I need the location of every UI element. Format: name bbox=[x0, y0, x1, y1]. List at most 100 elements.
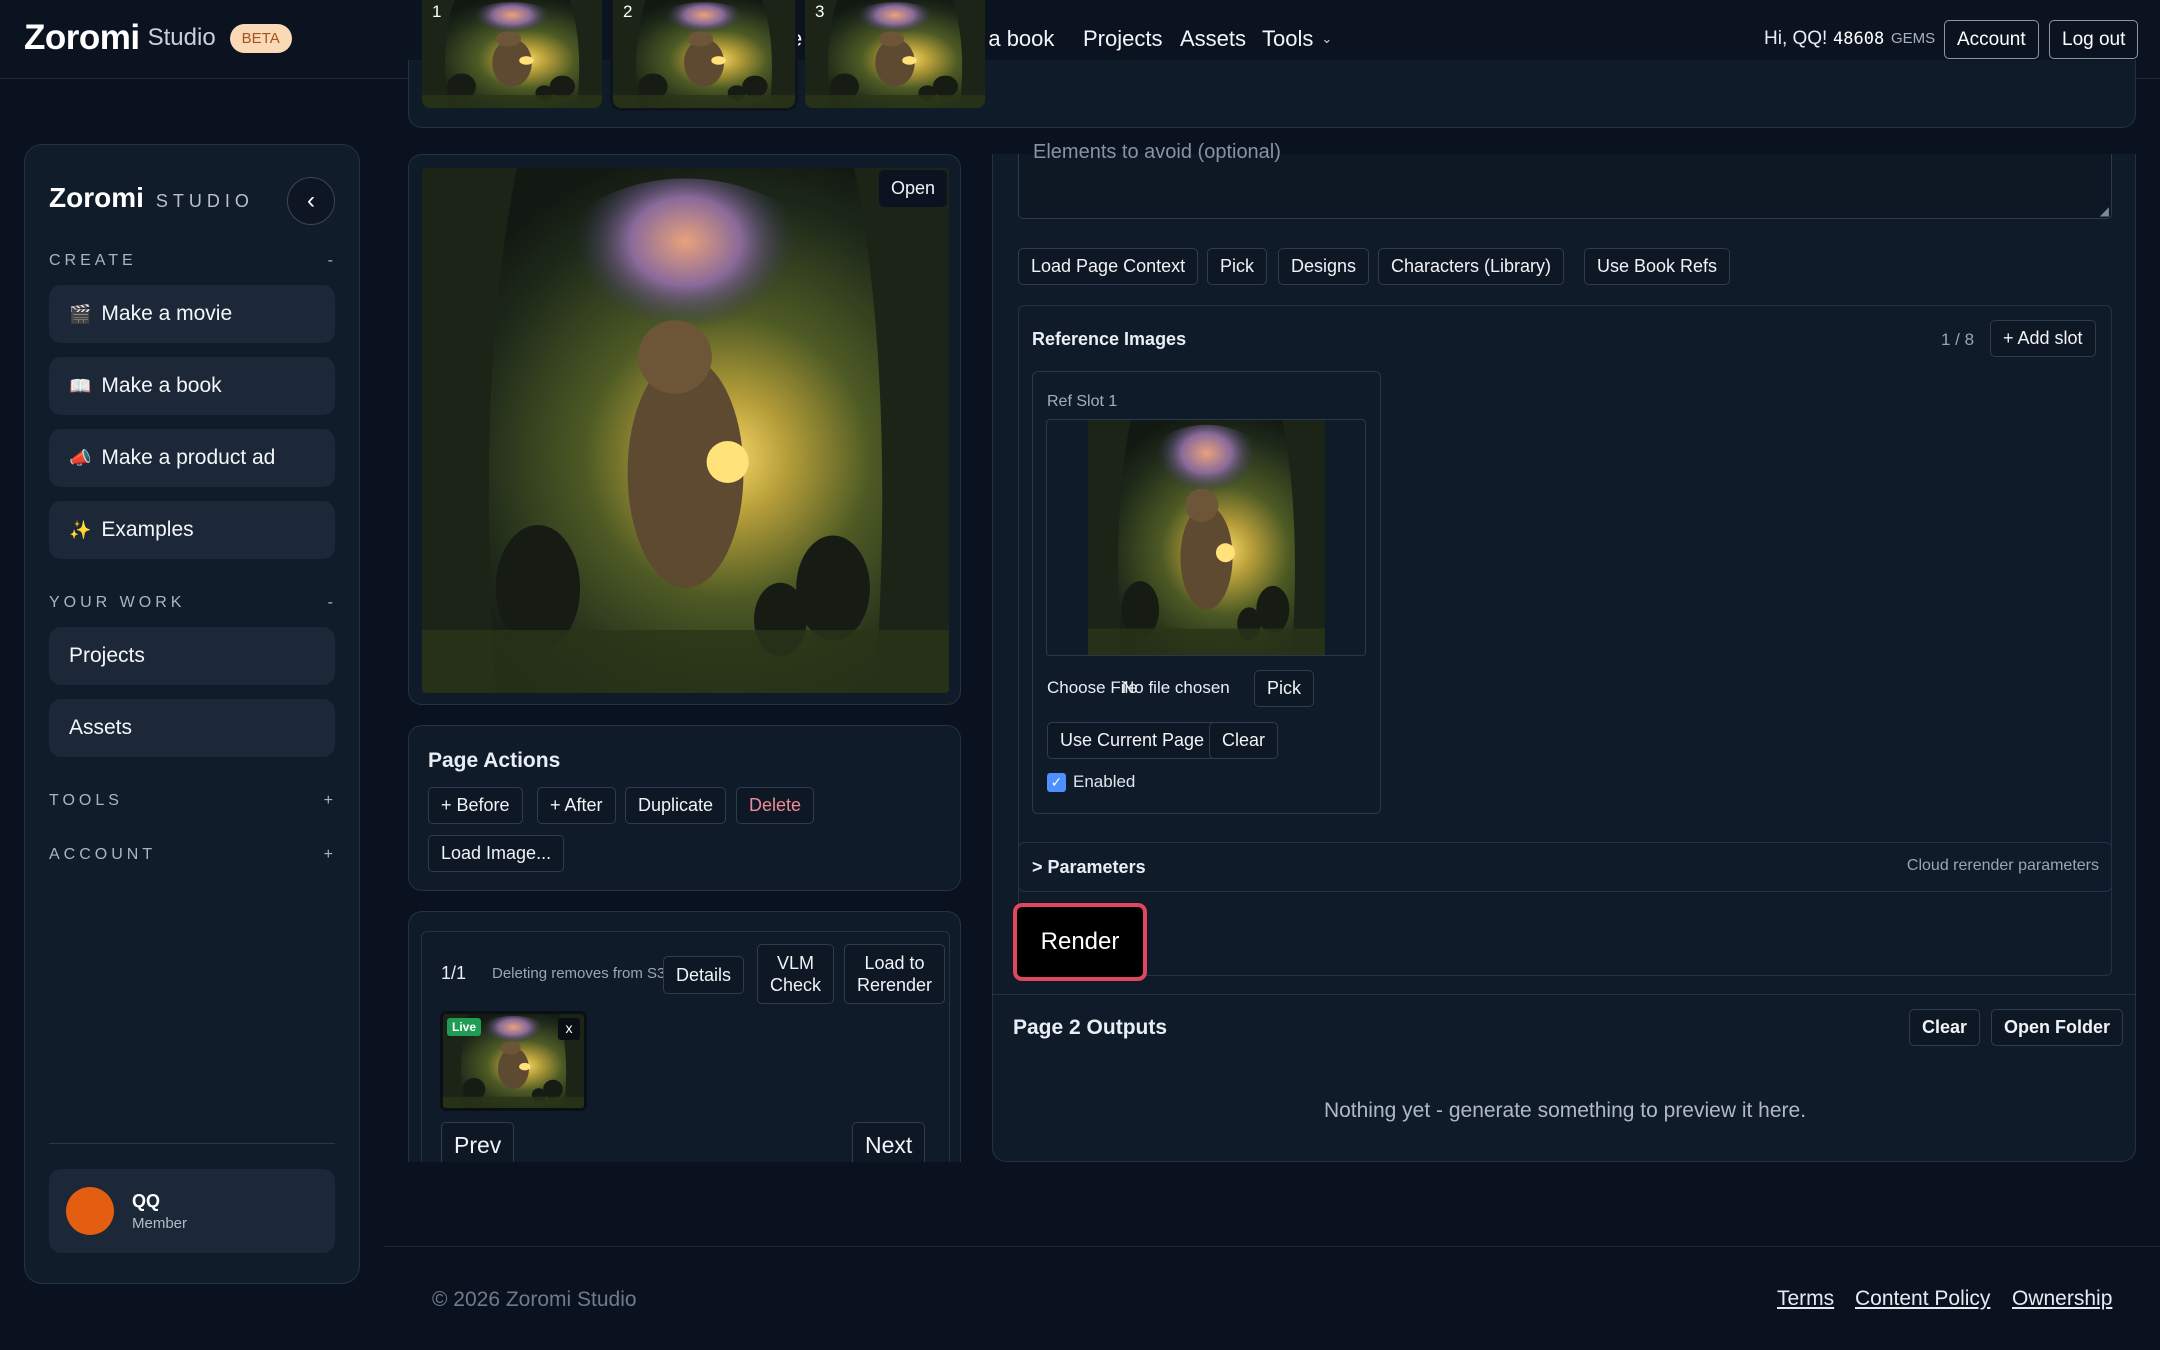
use-book-refs-button[interactable]: Use Book Refs bbox=[1584, 248, 1731, 285]
tools-section-header[interactable]: TOOLS + bbox=[49, 792, 337, 810]
prev-version-button[interactable]: Prev bbox=[441, 1122, 515, 1162]
brand-name: Zoromi bbox=[24, 18, 140, 57]
sidebar-divider bbox=[49, 1143, 335, 1144]
outputs-clear-button[interactable]: Clear bbox=[1909, 1009, 1981, 1046]
logout-button[interactable]: Log out bbox=[2049, 20, 2139, 59]
open-folder-button[interactable]: Open Folder bbox=[1991, 1009, 2124, 1046]
next-version-button[interactable]: Next bbox=[852, 1122, 926, 1162]
characters-library-button[interactable]: Characters (Library) bbox=[1378, 248, 1565, 285]
nav-assets[interactable]: Assets bbox=[1180, 26, 1246, 52]
page-actions-panel: Page Actions + Before + After Duplicate … bbox=[408, 725, 961, 891]
remove-version-button[interactable]: x bbox=[558, 1018, 580, 1040]
section-title: ACCOUNT bbox=[49, 846, 157, 863]
delete-page-button[interactable]: Delete bbox=[736, 787, 815, 824]
section-toggle: + bbox=[323, 792, 337, 809]
slot-pick-button[interactable]: Pick bbox=[1254, 670, 1315, 707]
page-thumbnail-3[interactable]: 3 bbox=[805, 0, 985, 108]
add-slot-button[interactable]: + Add slot bbox=[1990, 320, 2096, 357]
clapper-icon: 🎬 bbox=[69, 303, 92, 324]
sparkles-icon: ✨ bbox=[69, 519, 92, 540]
vlm-check-line1: VLM bbox=[777, 952, 815, 973]
enabled-toggle[interactable]: ✓ Enabled bbox=[1047, 772, 1135, 792]
sidebar-item-label: Projects bbox=[69, 644, 145, 667]
brand-logo[interactable]: Zoromi Studio BETA bbox=[24, 18, 292, 58]
account-section-header[interactable]: ACCOUNT + bbox=[49, 846, 337, 864]
page-thumbnail-1[interactable]: 1 bbox=[422, 0, 602, 108]
nav-tools-label: Tools bbox=[1262, 26, 1314, 51]
gems-label: GEMS bbox=[1891, 30, 1936, 47]
editor-panel: Elements to avoid (optional) ◢ Load Page… bbox=[992, 141, 2136, 1162]
outputs-empty-message: Nothing yet - generate something to prev… bbox=[1323, 1099, 1807, 1122]
pick-button[interactable]: Pick bbox=[1207, 248, 1268, 285]
ref-slot-title: Ref Slot 1 bbox=[1047, 393, 1118, 410]
create-section-header[interactable]: CREATE - bbox=[49, 252, 337, 270]
sidebar-item-label: Make a product ad bbox=[101, 446, 276, 469]
duplicate-page-button[interactable]: Duplicate bbox=[625, 787, 727, 824]
sidebar-brand: Zoromi STUDIO bbox=[49, 182, 254, 214]
delete-note: Deleting removes from S3 bbox=[492, 965, 666, 982]
page-thumbnail-image bbox=[805, 0, 985, 108]
sidebar-item-label: Assets bbox=[69, 716, 133, 739]
open-image-button[interactable]: Open bbox=[879, 170, 948, 207]
sidebar-item-make-movie[interactable]: 🎬 Make a movie bbox=[49, 285, 335, 343]
gems-count: 48608 bbox=[1833, 29, 1885, 49]
load-image-button[interactable]: Load Image... bbox=[428, 835, 565, 872]
ownership-link[interactable]: Ownership bbox=[2012, 1287, 2112, 1311]
parameters-collapsible[interactable]: > Parameters Cloud rerender parameters bbox=[1018, 842, 2112, 892]
sidebar-item-examples[interactable]: ✨ Examples bbox=[49, 501, 335, 559]
version-counter: 1/1 bbox=[441, 963, 467, 983]
checkbox-checked-icon[interactable]: ✓ bbox=[1047, 772, 1066, 792]
sidebar-item-make-book[interactable]: 📖 Make a book bbox=[49, 357, 335, 415]
live-badge: Live bbox=[447, 1018, 482, 1036]
your-work-section-header[interactable]: YOUR WORK - bbox=[49, 594, 337, 612]
ref-slot-preview[interactable] bbox=[1046, 419, 1366, 656]
book-icon: 📖 bbox=[69, 375, 92, 396]
page-thumbnail-2[interactable]: 2 bbox=[610, 0, 798, 111]
collapse-sidebar-button[interactable]: ‹ bbox=[287, 177, 335, 225]
render-button[interactable]: Render bbox=[1013, 903, 1147, 981]
sidebar-item-assets[interactable]: Assets bbox=[49, 699, 335, 757]
load-to-rerender-button[interactable]: Load to Rerender bbox=[844, 944, 946, 1004]
designs-button[interactable]: Designs bbox=[1278, 248, 1370, 285]
sidebar-item-make-product-ad[interactable]: 📣 Make a product ad bbox=[49, 429, 335, 487]
nav-projects[interactable]: Projects bbox=[1083, 26, 1162, 52]
parameters-title: > Parameters bbox=[1032, 857, 1146, 877]
user-card[interactable]: QQ Member bbox=[49, 1169, 335, 1253]
section-title: TOOLS bbox=[49, 792, 123, 809]
vlm-check-button[interactable]: VLM Check bbox=[757, 944, 835, 1004]
sidebar: Zoromi STUDIO ‹ CREATE - 🎬 Make a movie … bbox=[24, 144, 360, 1284]
nav-tools[interactable]: Tools ⌄ bbox=[1262, 26, 1332, 52]
account-button[interactable]: Account bbox=[1944, 20, 2039, 59]
insert-before-button[interactable]: + Before bbox=[428, 787, 523, 824]
resize-handle-icon[interactable]: ◢ bbox=[2100, 204, 2109, 218]
sidebar-item-projects[interactable]: Projects bbox=[49, 627, 335, 685]
version-thumbnail[interactable]: Live x bbox=[440, 1011, 587, 1111]
sidebar-item-label: Examples bbox=[101, 518, 194, 541]
section-title: YOUR WORK bbox=[49, 594, 186, 611]
ref-slot-image bbox=[1088, 420, 1325, 656]
page-thumbnail-image bbox=[613, 0, 795, 108]
content-policy-link[interactable]: Content Policy bbox=[1855, 1287, 1990, 1311]
slot-clear-button[interactable]: Clear bbox=[1209, 722, 1279, 759]
user-greeting: Hi, QQ! bbox=[1764, 28, 1828, 49]
avoid-elements-input[interactable]: Elements to avoid (optional) ◢ bbox=[1018, 141, 2112, 219]
outputs-title: Page 2 Outputs bbox=[1013, 1016, 1168, 1039]
page-preview-image[interactable] bbox=[422, 168, 949, 693]
section-toggle: - bbox=[327, 252, 337, 269]
insert-after-button[interactable]: + After bbox=[537, 787, 616, 824]
page-number: 3 bbox=[815, 2, 825, 21]
details-button[interactable]: Details bbox=[663, 956, 745, 994]
load-to-rerender-line2: Rerender bbox=[857, 975, 933, 995]
no-file-chosen-text: No file chosen bbox=[1122, 678, 1230, 697]
user-role: Member bbox=[132, 1215, 188, 1232]
page-number: 2 bbox=[623, 2, 633, 21]
section-toggle: + bbox=[323, 846, 337, 863]
terms-link[interactable]: Terms bbox=[1777, 1287, 1834, 1311]
megaphone-icon: 📣 bbox=[69, 447, 92, 468]
use-current-page-button[interactable]: Use Current Page bbox=[1047, 722, 1218, 759]
load-page-context-button[interactable]: Load Page Context bbox=[1018, 248, 1199, 285]
vlm-check-line2: Check bbox=[770, 975, 822, 995]
user-name: QQ bbox=[132, 1191, 161, 1211]
chevron-left-icon: ‹ bbox=[307, 187, 315, 214]
section-toggle: - bbox=[327, 594, 337, 611]
